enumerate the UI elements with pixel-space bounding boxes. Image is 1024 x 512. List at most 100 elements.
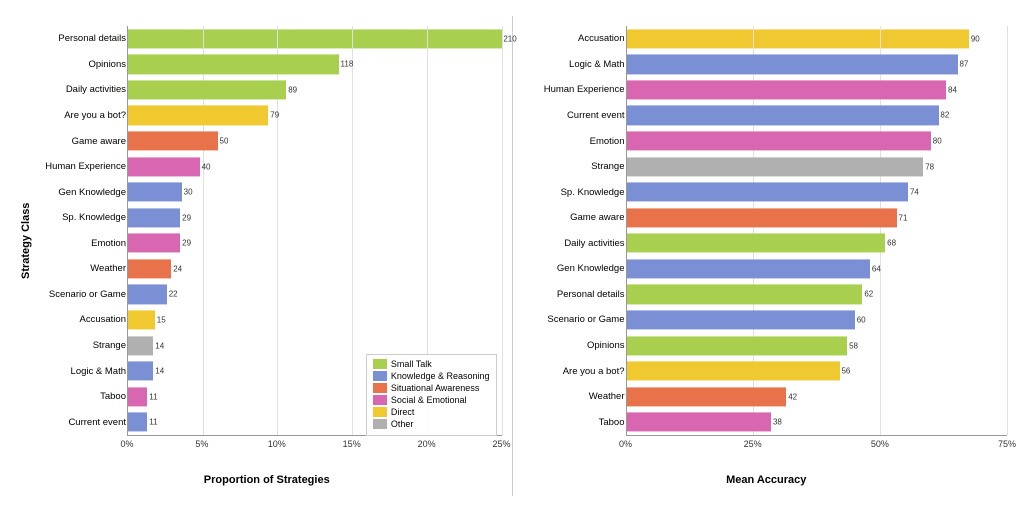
bar-value-label: 42 [788, 392, 797, 401]
bar-label: Sp. Knowledge [530, 187, 625, 198]
grid-line [1007, 26, 1008, 435]
legend-item: Situational Awareness [373, 383, 490, 393]
bar [128, 80, 286, 99]
legend-item: Direct [373, 407, 490, 417]
left-y-axis-label: Strategy Class [17, 26, 32, 456]
bar [627, 336, 848, 355]
bar-value-label: 60 [857, 315, 866, 324]
bar-label: Logic & Math [36, 366, 126, 377]
table-row: 80Emotion [627, 128, 1008, 154]
bar-value-label: 87 [959, 60, 968, 69]
charts-container: Strategy Class 210Personal details118Opi… [7, 6, 1017, 506]
bar-label: Weather [530, 391, 625, 402]
table-row: 87Logic & Math [627, 52, 1008, 78]
table-row: 30Gen Knowledge [128, 179, 502, 205]
table-row: 56Are you a bot? [627, 358, 1008, 384]
table-row: 42Weather [627, 384, 1008, 410]
right-x-axis-label: Mean Accuracy [726, 474, 806, 486]
bar-value-label: 118 [341, 60, 354, 69]
table-row: 71Game aware [627, 205, 1008, 231]
bar-label: Opinions [530, 340, 625, 351]
bar-label: Strange [530, 161, 625, 172]
bar-label: Human Experience [530, 84, 625, 95]
bar [128, 336, 153, 355]
bar-label: Accusation [530, 33, 625, 44]
bar [627, 131, 931, 150]
bar [128, 131, 218, 150]
bar-label: Daily activities [36, 84, 126, 95]
bar [128, 157, 200, 176]
bar-label: Current event [36, 417, 126, 428]
bar [128, 362, 153, 381]
table-row: 82Current event [627, 103, 1008, 129]
bar-value-label: 40 [202, 162, 211, 171]
bar-value-label: 84 [948, 85, 957, 94]
x-axis-tick: 0% [120, 439, 133, 449]
bar-value-label: 38 [773, 418, 782, 427]
bar [128, 29, 502, 48]
bar-label: Are you a bot? [530, 366, 625, 377]
bar-value-label: 22 [169, 290, 178, 299]
table-row: 118Opinions [128, 52, 502, 78]
bar-value-label: 14 [155, 367, 164, 376]
table-row: 84Human Experience [627, 77, 1008, 103]
bar-value-label: 79 [270, 111, 279, 120]
bar-value-label: 56 [841, 367, 850, 376]
bar-value-label: 210 [503, 34, 516, 43]
table-row: 90Accusation [627, 26, 1008, 52]
chart-legend: Small TalkKnowledge & ReasoningSituation… [366, 354, 497, 436]
legend-item: Other [373, 419, 490, 429]
bar-value-label: 30 [184, 188, 193, 197]
legend-item: Social & Emotional [373, 395, 490, 405]
bar-value-label: 80 [933, 137, 942, 146]
table-row: 74Sp. Knowledge [627, 179, 1008, 205]
right-chart: 90Accusation87Logic & Math84Human Experi… [518, 16, 1013, 496]
bar-label: Taboo [530, 417, 625, 428]
chart-divider [512, 16, 513, 496]
bar [627, 259, 871, 278]
bar [128, 310, 155, 329]
table-row: 29Sp. Knowledge [128, 205, 502, 231]
legend-color-swatch [373, 383, 387, 393]
table-row: 40Human Experience [128, 154, 502, 180]
table-row: 50Game aware [128, 128, 502, 154]
legend-label: Small Talk [391, 359, 432, 369]
right-bars-area: 90Accusation87Logic & Math84Human Experi… [626, 26, 1008, 436]
bar [128, 413, 147, 432]
bar-label: Game aware [530, 212, 625, 223]
bar-value-label: 29 [182, 213, 191, 222]
bar [627, 29, 969, 48]
bar [128, 234, 180, 253]
table-row: 24Weather [128, 256, 502, 282]
bar-value-label: 15 [157, 315, 166, 324]
bar-label: Opinions [36, 59, 126, 70]
bar [627, 285, 863, 304]
legend-color-swatch [373, 359, 387, 369]
bar-label: Taboo [36, 391, 126, 402]
bar-value-label: 24 [173, 264, 182, 273]
x-axis-tick: 25% [492, 439, 510, 449]
legend-color-swatch [373, 371, 387, 381]
bar-label: Emotion [530, 136, 625, 147]
legend-color-swatch [373, 395, 387, 405]
bar-label: Game aware [36, 136, 126, 147]
bar [627, 387, 787, 406]
legend-label: Direct [391, 407, 415, 417]
x-axis-tick: 25% [744, 439, 762, 449]
bar-label: Strange [36, 340, 126, 351]
table-row: 60Scenario or Game [627, 307, 1008, 333]
bar-label: Gen Knowledge [36, 187, 126, 198]
legend-label: Social & Emotional [391, 395, 467, 405]
bar [128, 208, 180, 227]
bar [128, 259, 171, 278]
bar [627, 234, 886, 253]
table-row: 58Opinions [627, 333, 1008, 359]
bar-value-label: 74 [910, 188, 919, 197]
bar-label: Daily activities [530, 238, 625, 249]
bar-value-label: 68 [887, 239, 896, 248]
bar-label: Weather [36, 263, 126, 274]
bar [627, 55, 958, 74]
table-row: 210Personal details [128, 26, 502, 52]
bar-value-label: 64 [872, 264, 881, 273]
legend-color-swatch [373, 419, 387, 429]
